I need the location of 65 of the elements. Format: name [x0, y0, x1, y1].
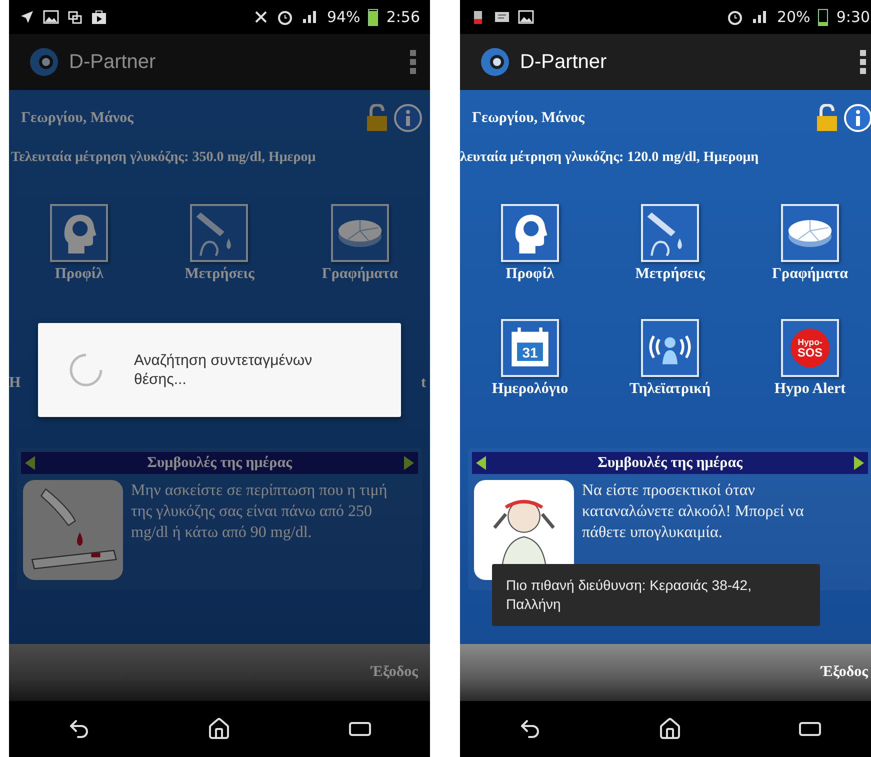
exit-button[interactable]: Έξοδος: [820, 664, 868, 681]
info-icon[interactable]: [394, 104, 422, 132]
exit-button[interactable]: Έξοδος: [370, 664, 418, 681]
battery-icon: [368, 8, 378, 26]
picture-icon: [518, 9, 534, 25]
menu-tile[interactable]: Μετρήσεις: [149, 204, 290, 283]
menu-tile[interactable]: Γραφήματα: [740, 204, 871, 283]
menu-tile[interactable]: 31 Ημερολόγιο: [460, 319, 600, 398]
shopping-bag-icon: [91, 9, 107, 25]
sos-icon: Hypo- SOS: [781, 319, 839, 377]
tips-title: Συμβουλές της ημέρας: [146, 454, 294, 472]
app-logo: [29, 47, 59, 77]
battery-icon: [818, 8, 828, 26]
battery-percentage: 94%: [326, 8, 360, 26]
message-icon: [494, 9, 510, 25]
app-logo: [480, 47, 510, 77]
left-arrow-icon[interactable]: [476, 456, 486, 470]
pie-icon: [330, 204, 389, 262]
menu-tile[interactable]: Hypo- SOS Hypo Alert: [740, 319, 871, 398]
last-glucose-reading: λευταία μέτρηση γλυκόζης: 120.0 mg/dl, Ημερομη: [460, 150, 760, 166]
info-icon[interactable]: [844, 104, 871, 132]
signal-icon: [300, 9, 319, 25]
menu-tile[interactable]: Τηλεϊατρική: [600, 319, 740, 398]
signal-person-icon: [641, 319, 699, 377]
left-arrow-icon[interactable]: [25, 456, 35, 470]
last-glucose-reading: Τελευταία μέτρηση γλυκόζης: 350.0 mg/dl, Ημερομ: [10, 150, 317, 166]
toast-message: Πιο πιθανή διεύθυνση: Κερασιάς 38-42, Παλλήνη: [492, 564, 820, 626]
home-icon[interactable]: [207, 717, 232, 741]
spinner-icon: [68, 352, 104, 388]
head-icon: [501, 204, 559, 262]
app-title: D-Partner: [69, 50, 156, 74]
right-arrow-icon[interactable]: [404, 456, 414, 470]
tile-label: Η: [9, 375, 21, 392]
tip-text: Μην ασκείστε σε περίπτωση που η τιμή της γλυκόζης σας είναι πάνω από 250 mg/dl ή κάτω από 90 mg/dl.: [131, 481, 388, 543]
back-icon[interactable]: [518, 717, 542, 741]
alarm-clock-icon: [726, 9, 743, 25]
calendar-icon: 31: [501, 319, 559, 377]
pie-icon: [781, 204, 839, 262]
home-icon[interactable]: [658, 717, 682, 741]
menu-tile[interactable]: Μετρήσεις: [600, 204, 740, 283]
padlock-icon[interactable]: [816, 104, 838, 132]
right-arrow-icon[interactable]: [854, 456, 864, 470]
clock-time: 9:30: [836, 8, 870, 26]
tip-text: Να είστε προσεκτικοί όταν καταναλώνετε αλκοόλ! Μπορεί να πάθετε υπογλυκαιμία.: [582, 481, 805, 543]
app-title: D-Partner: [520, 50, 607, 74]
menu-tile[interactable]: Γραφήματα: [290, 204, 430, 283]
location-arrow-icon: [19, 9, 35, 25]
copy-icon: [67, 9, 83, 25]
alarm-clock-icon: [276, 9, 293, 25]
dialog-message: Αναζήτηση συντεταγμένων θέσης...: [134, 351, 314, 389]
drops-icon: [190, 204, 248, 262]
overflow-menu-icon[interactable]: [860, 50, 866, 74]
tile-label: t: [421, 375, 426, 392]
drops-icon: [641, 204, 699, 262]
padlock-icon[interactable]: [366, 104, 388, 132]
menu-tile[interactable]: Προφίλ: [9, 204, 150, 283]
user-name: Γεωργίου, Μάνος: [472, 110, 586, 126]
tips-title: Συμβουλές της ημέρας: [596, 454, 744, 472]
head-icon: [50, 204, 108, 262]
menu-tile[interactable]: Προφίλ: [460, 204, 600, 283]
clock-time: 2:56: [386, 8, 420, 26]
picture-icon: [43, 9, 59, 25]
user-name: Γεωργίου, Μάνος: [21, 110, 135, 126]
signal-icon: [750, 9, 769, 25]
battery-percentage: 20%: [776, 8, 810, 26]
